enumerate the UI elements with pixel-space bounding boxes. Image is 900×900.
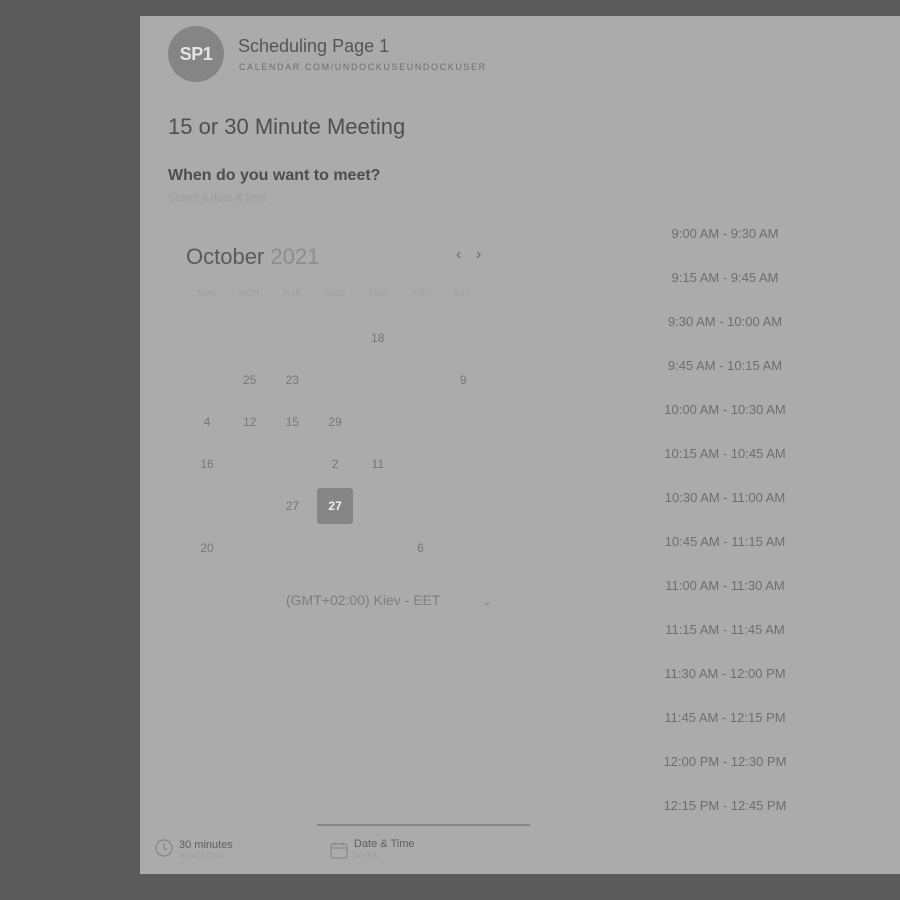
calendar-day[interactable]: 2 — [317, 446, 353, 482]
calendar-day[interactable]: 9 — [445, 362, 481, 398]
time-slot[interactable]: 10:15 AM - 10:45 AM — [660, 446, 790, 461]
time-slot[interactable]: 9:15 AM - 9:45 AM — [660, 270, 790, 285]
weekday-label: SAT — [454, 289, 473, 298]
chevron-down-icon[interactable]: ⌄ — [482, 594, 492, 608]
meeting-title: 15 or 30 Minute Meeting — [168, 114, 406, 139]
datetime-sub: WHEN — [354, 853, 380, 860]
weekday-header: SUN MON TUE WED THU FRI SAT — [186, 289, 486, 301]
chevron-left-icon[interactable]: ‹ — [456, 246, 461, 264]
duration-sub: HOW LONG — [179, 853, 226, 860]
datetime-label: Date & Time — [354, 838, 415, 850]
calendar-day[interactable]: 15 — [274, 404, 310, 440]
calendar-day[interactable]: 18 — [360, 320, 396, 356]
calendar-day[interactable]: 20 — [189, 530, 225, 566]
month-label: October 2021 — [186, 244, 319, 270]
time-slot[interactable]: 10:30 AM - 11:00 AM — [660, 490, 790, 505]
time-slot[interactable]: 9:00 AM - 9:30 AM — [660, 226, 790, 241]
time-slot[interactable]: 10:45 AM - 11:15 AM — [660, 534, 790, 549]
calendar-day[interactable]: 16 — [189, 446, 225, 482]
page-name: Scheduling Page 1 — [238, 36, 390, 56]
weekday-label: SUN — [197, 289, 217, 298]
time-slot[interactable]: 12:00 PM - 12:30 PM — [660, 754, 790, 769]
calendar-day[interactable]: 29 — [317, 404, 353, 440]
calendar-day[interactable]: 23 — [274, 362, 310, 398]
time-slot[interactable]: 9:30 AM - 10:00 AM — [660, 314, 790, 329]
chevron-right-icon[interactable]: › — [476, 246, 481, 264]
time-slot[interactable]: 12:15 PM - 12:45 PM — [660, 798, 790, 813]
calendar-icon — [330, 842, 348, 859]
time-slot[interactable]: 11:15 AM - 11:45 AM — [660, 622, 790, 637]
calendar-day[interactable]: 27 — [274, 488, 310, 524]
calendar-day[interactable]: 25 — [232, 362, 268, 398]
avatar: SP1 — [168, 26, 224, 82]
meeting-subprompt: Select a date & time — [168, 192, 267, 204]
weekday-label: THU — [368, 289, 388, 298]
weekday-label: MON — [238, 289, 261, 298]
month-year: 2021 — [270, 244, 320, 269]
avatar-text: SP1 — [179, 43, 213, 64]
weekday-label: TUE — [282, 289, 302, 298]
page-url: CALENDAR.COM/UNDOCKUSEUNDOCKUSER — [239, 62, 487, 72]
month-name: October — [186, 244, 265, 269]
duration-label: 30 minutes — [179, 839, 233, 851]
timezone-select[interactable]: (GMT+02:00) Kiev - EET — [286, 592, 440, 608]
time-slot[interactable]: 9:45 AM - 10:15 AM — [660, 358, 790, 373]
scheduling-panel: SP1 Scheduling Page 1 CALENDAR.COM/UNDOC… — [140, 16, 900, 874]
time-slot[interactable]: 10:00 AM - 10:30 AM — [660, 402, 790, 417]
meeting-prompt: When do you want to meet? — [168, 167, 381, 184]
time-slot[interactable]: 11:00 AM - 11:30 AM — [660, 578, 790, 593]
weekday-label: FRI — [412, 289, 429, 298]
calendar-day-selected[interactable]: 27 — [317, 488, 354, 524]
time-slot[interactable]: 11:45 AM - 12:15 PM — [660, 710, 790, 725]
calendar-day[interactable]: 11 — [360, 446, 396, 482]
calendar-day[interactable]: 12 — [232, 404, 268, 440]
footer-active-indicator — [317, 824, 530, 826]
calendar-day[interactable]: 6 — [403, 530, 439, 566]
calendar-day[interactable]: 4 — [189, 404, 225, 440]
time-slot[interactable]: 11:30 AM - 12:00 PM — [660, 666, 790, 681]
weekday-label: WED — [324, 289, 346, 298]
clock-icon — [155, 839, 173, 857]
calendar-grid: 18 25 23 9 4 12 15 29 16 2 11 27 27 20 6 — [186, 301, 486, 561]
